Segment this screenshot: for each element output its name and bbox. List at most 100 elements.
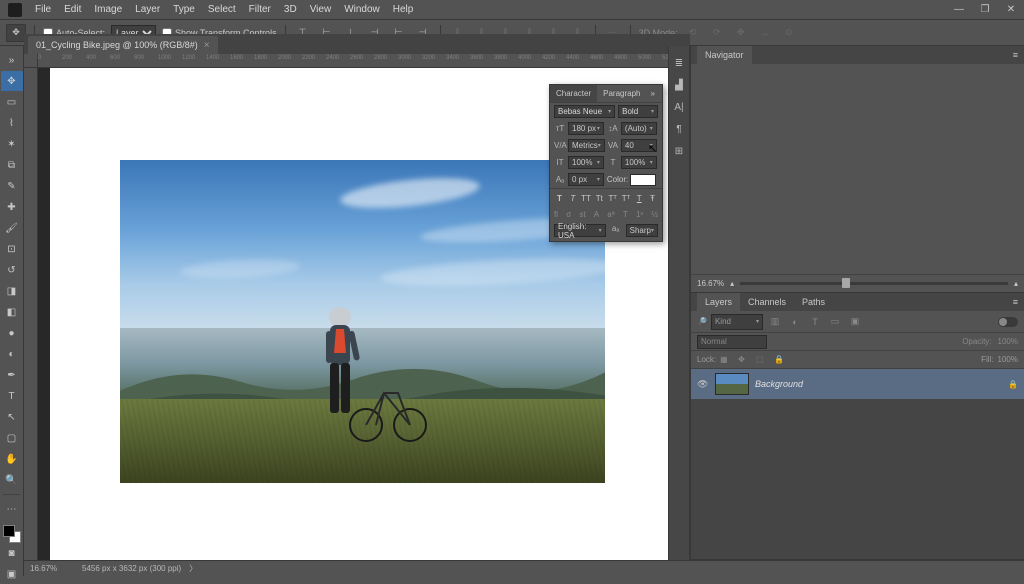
dock-libraries-icon[interactable]: ≣ xyxy=(670,54,688,72)
lasso-tool[interactable]: ⌇ xyxy=(1,113,23,133)
strike-button[interactable]: Ŧ xyxy=(647,192,658,204)
eraser-tool[interactable]: ◨ xyxy=(1,281,23,301)
ot-salt-button[interactable]: aª xyxy=(607,210,614,219)
heal-tool[interactable]: ✚ xyxy=(1,197,23,217)
navigator-preview[interactable] xyxy=(691,64,1024,274)
filter-type-icon[interactable]: T xyxy=(807,314,823,330)
navigator-menu-icon[interactable]: ≡ xyxy=(1007,46,1024,64)
menu-filter[interactable]: Filter xyxy=(243,4,277,15)
filter-smart-icon[interactable]: ▣ xyxy=(847,314,863,330)
menu-layer[interactable]: Layer xyxy=(129,4,166,15)
wand-tool[interactable]: ✶ xyxy=(1,134,23,154)
shape-tool[interactable]: ▢ xyxy=(1,428,23,448)
gradient-tool[interactable]: ◧ xyxy=(1,302,23,322)
ot-swsh-button[interactable]: A xyxy=(594,210,599,219)
font-size-input[interactable]: 180 px xyxy=(568,122,604,135)
edit-toolbar-icon[interactable]: ⋯ xyxy=(1,499,23,519)
smallcaps-button[interactable]: Tt xyxy=(594,192,605,204)
underline-button[interactable]: T xyxy=(634,192,645,204)
ot-ordn-button[interactable]: 1ˢ xyxy=(636,210,643,219)
font-family-select[interactable]: Bebas Neue xyxy=(554,105,615,118)
ot-calt-button[interactable]: σ xyxy=(566,210,571,219)
zoom-out-icon[interactable]: ▴ xyxy=(730,279,734,288)
filter-pixel-icon[interactable]: ▥ xyxy=(767,314,783,330)
3d-zoom-icon[interactable]: ⊙ xyxy=(780,24,798,42)
kerning-input[interactable]: Metrics xyxy=(568,139,605,152)
ruler-vertical[interactable] xyxy=(24,68,38,560)
faux-bold-button[interactable]: T xyxy=(554,192,565,204)
menu-select[interactable]: Select xyxy=(202,4,242,15)
window-restore[interactable]: ❐ xyxy=(972,0,998,19)
layer-name-label[interactable]: Background xyxy=(755,379,803,389)
layers-menu-icon[interactable]: ≡ xyxy=(1007,293,1024,311)
path-tool[interactable]: ↖ xyxy=(1,407,23,427)
navigator-tab[interactable]: Navigator xyxy=(697,46,752,64)
layer-filter-kind[interactable]: Kind xyxy=(711,314,763,330)
opacity-value[interactable]: 100% xyxy=(998,337,1018,346)
move-tool[interactable]: ✥ xyxy=(1,71,23,91)
dock-char-icon[interactable]: A| xyxy=(670,98,688,116)
color-swatches[interactable] xyxy=(3,525,21,543)
character-panel[interactable]: Character Paragraph » ≡ Bebas Neue Bold … xyxy=(549,84,663,242)
faux-italic-button[interactable]: T xyxy=(567,192,578,204)
document-tab[interactable]: 01_Cycling Bike.jpeg @ 100% (RGB/8#) × xyxy=(28,36,218,54)
zoom-tool[interactable]: 🔍 xyxy=(1,470,23,490)
3d-slide-icon[interactable]: ↔ xyxy=(756,24,774,42)
text-color-swatch[interactable] xyxy=(630,174,656,186)
paragraph-tab[interactable]: Paragraph xyxy=(597,85,646,102)
filter-adjust-icon[interactable]: ◐ xyxy=(787,314,803,330)
layer-thumbnail[interactable] xyxy=(715,373,749,395)
leading-input[interactable]: (Auto) xyxy=(621,122,657,135)
ruler-origin[interactable] xyxy=(24,54,38,68)
type-tool[interactable]: T xyxy=(1,386,23,406)
filter-toggle[interactable] xyxy=(998,317,1018,327)
dock-glyphs-icon[interactable]: ⊞ xyxy=(670,142,688,160)
fill-value[interactable]: 100% xyxy=(998,355,1018,364)
subscript-button[interactable]: Tᵀ xyxy=(620,192,631,204)
status-zoom[interactable]: 16.67% xyxy=(30,564,74,573)
dock-adjust-icon[interactable]: ▟ xyxy=(670,76,688,94)
menu-file[interactable]: File xyxy=(29,4,57,15)
ot-dlig-button[interactable]: st xyxy=(579,210,585,219)
baseline-input[interactable]: 0 px xyxy=(568,173,604,186)
font-style-select[interactable]: Bold xyxy=(618,105,658,118)
menu-edit[interactable]: Edit xyxy=(58,4,87,15)
3d-pan-icon[interactable]: ✥ xyxy=(732,24,750,42)
lock-position-icon[interactable]: ✥ xyxy=(738,355,752,364)
quickmask-icon[interactable]: ◙ xyxy=(1,543,23,563)
paths-tab[interactable]: Paths xyxy=(794,293,833,311)
blur-tool[interactable]: ● xyxy=(1,323,23,343)
layers-tab[interactable]: Layers xyxy=(697,293,740,311)
blend-mode-select[interactable]: Normal xyxy=(697,335,767,349)
zoom-slider[interactable] xyxy=(740,282,1008,285)
zoom-value[interactable]: 16.67% xyxy=(697,279,724,288)
window-close[interactable]: ✕ xyxy=(998,0,1024,19)
tracking-input[interactable]: 40 xyxy=(621,139,657,152)
lock-all-icon[interactable]: 🔒 xyxy=(774,355,788,364)
lock-icon[interactable]: 🔒 xyxy=(1008,380,1018,389)
ot-titl-button[interactable]: T xyxy=(623,210,628,219)
hscale-input[interactable]: 100% xyxy=(621,156,657,169)
zoom-in-icon[interactable]: ▴ xyxy=(1014,279,1018,288)
status-more-icon[interactable]: 〉 xyxy=(189,563,197,574)
lock-pixels-icon[interactable]: ▦ xyxy=(720,355,734,364)
marquee-tool[interactable]: ▭ xyxy=(1,92,23,112)
menu-type[interactable]: Type xyxy=(167,4,201,15)
ot-frac-button[interactable]: ½ xyxy=(651,210,658,219)
stamp-tool[interactable]: ⊡ xyxy=(1,239,23,259)
layer-background[interactable]: 👁 Background 🔒 xyxy=(691,369,1024,399)
superscript-button[interactable]: Tᵀ xyxy=(607,192,618,204)
lock-artboard-icon[interactable]: ⬚ xyxy=(756,355,770,364)
brush-tool[interactable]: 🖌 xyxy=(1,218,23,238)
crop-tool[interactable]: ⧉ xyxy=(1,155,23,175)
channels-tab[interactable]: Channels xyxy=(740,293,794,311)
menu-3d[interactable]: 3D xyxy=(278,4,303,15)
window-minimize[interactable]: — xyxy=(946,0,972,19)
pen-tool[interactable]: ✒ xyxy=(1,365,23,385)
dodge-tool[interactable]: ◐ xyxy=(1,344,23,364)
ot-liga-button[interactable]: fi xyxy=(554,210,558,219)
close-tab-icon[interactable]: × xyxy=(204,40,210,51)
menu-view[interactable]: View xyxy=(304,4,338,15)
history-tool[interactable]: ↺ xyxy=(1,260,23,280)
dock-para-icon[interactable]: ¶ xyxy=(670,120,688,138)
